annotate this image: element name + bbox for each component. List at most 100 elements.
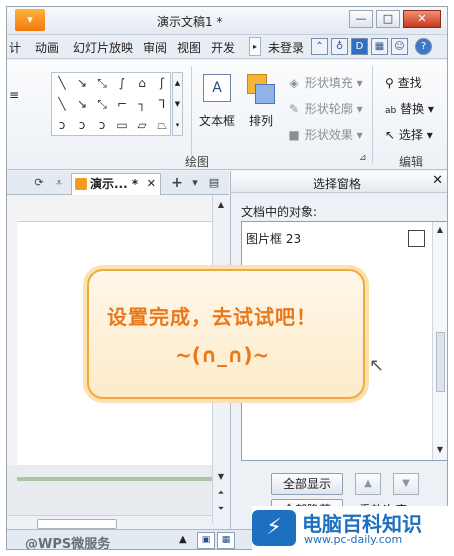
select-button[interactable]: ↖ 选择 ▾ bbox=[385, 126, 433, 143]
shapes-gallery[interactable]: ╲ ↘ ⤡ ∫ ⌂ ʃ ╲ ↘ ⤡ ⌐ ┐ ⅂ ↄ ↄ ↄ ▭ ▱ ⏢ bbox=[51, 72, 171, 136]
curved-connector-shape-icon[interactable]: ↄ bbox=[52, 115, 72, 136]
menu-animation[interactable]: 动画 bbox=[35, 39, 59, 56]
document-tabs: ⟳ ⩡ 演示... * ✕ + ▾ ▤ bbox=[7, 171, 229, 195]
new-tab-button[interactable]: + bbox=[167, 174, 187, 192]
elbow-arrow-shape-icon[interactable]: ┐ bbox=[132, 94, 152, 115]
scribble-shape-icon[interactable]: ʃ bbox=[152, 73, 172, 94]
object-item-name[interactable]: 图片框 23 bbox=[246, 230, 301, 247]
pen-icon: ✎ bbox=[288, 102, 300, 116]
move-down-button[interactable]: ▼ bbox=[393, 473, 419, 495]
textbox-button[interactable]: A 文本框 bbox=[195, 74, 239, 129]
community-icon[interactable]: ☺ bbox=[391, 38, 408, 55]
list-scroll-thumb[interactable] bbox=[436, 332, 445, 392]
arrange-button[interactable]: 排列 bbox=[243, 74, 279, 129]
paragraph-icon[interactable]: ≡ bbox=[9, 88, 19, 102]
shape-effect-button[interactable]: ■ 形状效果 ▾ bbox=[287, 126, 362, 143]
dialog-launcher-icon[interactable]: ⊿ bbox=[359, 153, 367, 163]
tab-close-icon[interactable]: ✕ bbox=[147, 174, 156, 194]
help-icon[interactable]: ? bbox=[415, 38, 432, 55]
group-separator bbox=[372, 66, 373, 164]
grid-icon[interactable]: ▦ bbox=[371, 38, 388, 55]
replace-label: 替换 bbox=[400, 102, 425, 116]
select-label: 选择 bbox=[398, 128, 423, 142]
menu-design-partial[interactable]: 计 bbox=[9, 39, 21, 56]
curved-arrow-shape-icon[interactable]: ↄ bbox=[72, 115, 92, 136]
docer-icon[interactable]: D bbox=[351, 38, 368, 55]
menu-slideshow[interactable]: 幻灯片放映 bbox=[73, 39, 133, 56]
next-slide-icon[interactable]: ⏷ bbox=[215, 503, 227, 515]
minimize-button[interactable]: — bbox=[349, 10, 373, 28]
prev-slide-icon[interactable]: ⏶ bbox=[215, 487, 227, 499]
connector-shape-icon[interactable]: ╲ bbox=[52, 94, 72, 115]
normal-view-icon[interactable]: ▣ bbox=[197, 532, 215, 549]
menu-bar: 计 动画 幻灯片放映 审阅 视图 开发 ▸ 未登录 ⌃ ♁ D ▦ ☺ ? bbox=[7, 35, 447, 59]
objects-label: 文档中的对象: bbox=[241, 205, 318, 219]
sorter-view-icon[interactable]: ▦ bbox=[217, 532, 235, 549]
list-scrollbar[interactable]: ▲ ▼ bbox=[432, 222, 447, 460]
arrow-shape-icon[interactable]: ↘ bbox=[72, 73, 92, 94]
trapezoid-shape-icon[interactable]: ⏢ bbox=[152, 115, 172, 136]
site-url: www.pc-daily.com bbox=[304, 533, 403, 546]
curve-shape-icon[interactable]: ∫ bbox=[112, 73, 132, 94]
elbow-connector-shape-icon[interactable]: ⌐ bbox=[112, 94, 132, 115]
cursor-icon: ↖ bbox=[385, 128, 396, 142]
elbow-double-shape-icon[interactable]: ⅂ bbox=[152, 94, 172, 115]
callout-message: 设置完成，去试试吧！ bbox=[107, 305, 317, 329]
line-shape-icon[interactable]: ╲ bbox=[52, 73, 72, 94]
site-watermark: ⚡ 电脑百科知识 www.pc-daily.com bbox=[252, 506, 450, 550]
gallery-scroll[interactable]: ▲ ▼ ▾ bbox=[172, 72, 183, 136]
menu-developer[interactable]: 开发 bbox=[211, 39, 235, 56]
freeform-shape-icon[interactable]: ⌂ bbox=[132, 73, 152, 94]
shape-fill-button[interactable]: ◈ 形状填充 ▾ bbox=[287, 74, 362, 91]
tab-presentation[interactable]: 演示... * ✕ bbox=[71, 173, 161, 195]
double-arrow-shape-icon[interactable]: ⤡ bbox=[92, 73, 112, 94]
scroll-up-icon[interactable]: ▲ bbox=[215, 199, 227, 211]
textbox-icon: A bbox=[203, 74, 231, 102]
login-status[interactable]: 未登录 bbox=[268, 39, 304, 56]
close-button[interactable]: ✕ bbox=[403, 10, 441, 28]
list-scroll-down-icon[interactable]: ▼ bbox=[434, 444, 446, 456]
group-label-drawing: 绘图 bbox=[185, 155, 210, 169]
view-dropdown-icon[interactable]: ▲ bbox=[179, 534, 187, 545]
notes-area[interactable] bbox=[7, 465, 212, 515]
pane-title: 选择窗格 bbox=[313, 177, 362, 191]
effect-icon: ■ bbox=[288, 128, 300, 142]
slide-strip bbox=[17, 477, 212, 481]
window-title: 演示文稿1 * bbox=[157, 15, 223, 29]
window-layout-icon[interactable]: ▤ bbox=[205, 174, 223, 192]
pane-close-icon[interactable]: ✕ bbox=[432, 173, 443, 188]
title-bar: ▾ 演示文稿1 * — □ ✕ bbox=[7, 7, 447, 35]
app-menu-button[interactable]: ▾ bbox=[15, 9, 45, 31]
curved-double-shape-icon[interactable]: ↄ bbox=[92, 115, 112, 136]
pane-header: 选择窗格 ✕ bbox=[231, 171, 447, 193]
replace-button[interactable]: ab 替换 ▾ bbox=[385, 100, 434, 117]
shape-outline-button[interactable]: ✎ 形状轮廓 ▾ bbox=[287, 100, 363, 117]
object-visibility-checkbox[interactable] bbox=[408, 230, 425, 247]
connector-double-shape-icon[interactable]: ⤡ bbox=[92, 94, 112, 115]
refresh-icon[interactable]: ⟳ bbox=[31, 174, 47, 192]
up-icon[interactable]: ⌃ bbox=[311, 38, 328, 55]
callout-emoticon: ~(∩_∩)~ bbox=[175, 343, 270, 367]
watermark-text: @WPS微服务 bbox=[25, 537, 111, 550]
monitor-icon: ⚡ bbox=[252, 510, 296, 546]
rectangle-shape-icon[interactable]: ▭ bbox=[112, 115, 132, 136]
presentation-file-icon bbox=[75, 178, 87, 190]
find-button[interactable]: ⚲ 查找 bbox=[385, 74, 422, 91]
mouse-cursor-icon: ↖ bbox=[369, 355, 385, 376]
app-window: ▾ 演示文稿1 * — □ ✕ 计 动画 幻灯片放映 审阅 视图 开发 ▸ 未登… bbox=[6, 6, 448, 550]
show-all-button[interactable]: 全部显示 bbox=[271, 473, 343, 495]
tab-list-icon[interactable]: ⩡ bbox=[51, 174, 67, 192]
new-tab-dropdown-icon[interactable]: ▾ bbox=[189, 174, 201, 192]
connector-arrow-shape-icon[interactable]: ↘ bbox=[72, 94, 92, 115]
menu-more-arrow[interactable]: ▸ bbox=[249, 37, 261, 56]
horizontal-scroll-thumb[interactable] bbox=[37, 519, 117, 529]
maximize-button[interactable]: □ bbox=[376, 10, 400, 28]
menu-view[interactable]: 视图 bbox=[177, 39, 201, 56]
list-scroll-up-icon[interactable]: ▲ bbox=[434, 224, 446, 236]
skin-icon[interactable]: ♁ bbox=[331, 38, 348, 55]
move-up-button[interactable]: ▲ bbox=[355, 473, 381, 495]
parallelogram-shape-icon[interactable]: ▱ bbox=[132, 115, 152, 136]
window-controls: — □ ✕ bbox=[349, 10, 441, 28]
scroll-down-icon[interactable]: ▼ bbox=[215, 471, 227, 483]
menu-review[interactable]: 审阅 bbox=[143, 39, 167, 56]
